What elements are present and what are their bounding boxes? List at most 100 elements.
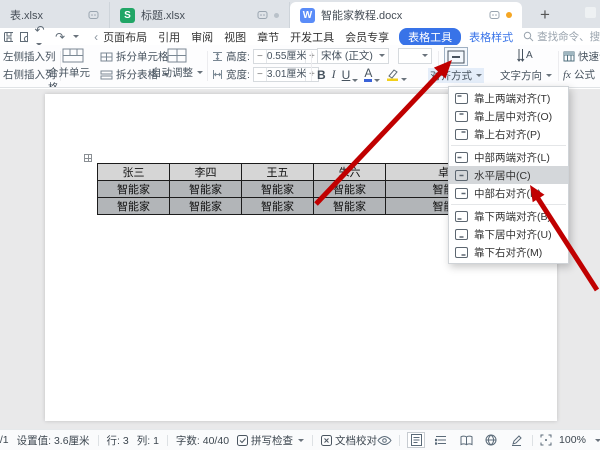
- search-placeholder: 查找命令、搜索模板: [537, 29, 600, 44]
- calc-group: 快速计算 fx 公式: [563, 49, 600, 82]
- table-cell[interactable]: 智能家: [314, 198, 386, 215]
- table-cell[interactable]: 朱六: [314, 164, 386, 181]
- tab-sheet2[interactable]: S 标题.xlsx: [110, 2, 290, 28]
- redo-icon[interactable]: ↷: [55, 31, 65, 43]
- menu-item-label: 靠上居中对齐(O): [474, 109, 552, 124]
- eye-protect-icon[interactable]: [377, 435, 392, 446]
- read-layout-button[interactable]: [457, 432, 475, 448]
- size-group: 高度: − 0.55厘米 + 宽度: − 3.01厘米 +: [212, 49, 319, 82]
- table-cell[interactable]: 智能家: [98, 198, 170, 215]
- table-cell[interactable]: 王五: [242, 164, 314, 181]
- align-middle-left-icon: [455, 152, 468, 163]
- height-label: 高度:: [226, 49, 250, 64]
- table-cell[interactable]: 智能家: [242, 198, 314, 215]
- italic-button[interactable]: I: [332, 67, 336, 82]
- tab-table-tools[interactable]: 表格工具: [399, 28, 461, 46]
- align-center-icon: [444, 47, 468, 66]
- menu-item-align-top-left[interactable]: 靠上两端对齐(T): [449, 89, 568, 107]
- menu-item-align-top-center[interactable]: 靠上居中对齐(O): [449, 107, 568, 125]
- chevron-down-icon: [298, 439, 304, 442]
- table-cell[interactable]: 智能家: [170, 198, 242, 215]
- bold-button[interactable]: B: [317, 68, 326, 82]
- zoom-level[interactable]: 100%: [559, 434, 586, 446]
- button-label: 公式: [574, 67, 595, 82]
- divider: [399, 435, 400, 446]
- read-layout-icon: [460, 435, 473, 446]
- page-view-icon: [411, 434, 422, 446]
- menu-item-align-bottom-center[interactable]: 靠下居中对齐(U): [449, 225, 568, 243]
- font-color-glyph: A: [364, 68, 372, 82]
- text-direction-button[interactable]: A 文字方向: [498, 47, 554, 83]
- tab-dot: [274, 13, 279, 18]
- autofit-button[interactable]: 自动调整: [152, 48, 202, 80]
- tab-label: 标题.xlsx: [141, 7, 251, 23]
- text-direction-icon: A: [516, 47, 536, 66]
- width-stepper[interactable]: − 3.01厘米 +: [253, 67, 319, 82]
- menu-item-label: 中部右对齐(R): [474, 186, 541, 201]
- font-name-value: 宋体 (正文): [321, 48, 373, 63]
- menu-page-layout[interactable]: 页面布局: [103, 29, 147, 45]
- menu-member[interactable]: 会员专享: [345, 29, 389, 45]
- minus-button[interactable]: −: [254, 68, 266, 81]
- comment-icon: [489, 10, 500, 21]
- height-stepper[interactable]: − 0.55厘米 +: [253, 49, 319, 64]
- tab-table-style[interactable]: 表格样式: [469, 29, 513, 45]
- word-count[interactable]: 字数: 40/40: [176, 433, 229, 448]
- save-icon[interactable]: [3, 31, 13, 43]
- minus-button[interactable]: −: [254, 50, 266, 63]
- autofit-icon: [167, 48, 187, 63]
- page-view-button[interactable]: [407, 432, 425, 448]
- underline-button[interactable]: U: [342, 68, 359, 82]
- menu-dev-tools[interactable]: 开发工具: [290, 29, 334, 45]
- spell-check-button[interactable]: 拼写检查: [237, 433, 304, 448]
- merge-cells-button[interactable]: 合并单元格: [48, 48, 98, 88]
- menu-view[interactable]: 视图: [224, 29, 246, 45]
- quick-calc-button[interactable]: 快速计算: [563, 49, 600, 64]
- table-cell[interactable]: 李四: [170, 164, 242, 181]
- svg-text:A: A: [526, 50, 533, 61]
- fit-page-icon[interactable]: [540, 434, 552, 446]
- highlight-button[interactable]: [386, 68, 407, 81]
- menu-scroll-left-icon[interactable]: ‹: [91, 30, 101, 44]
- font-group: 宋体 (正文) B I U A: [317, 48, 432, 82]
- menu-references[interactable]: 引用: [158, 29, 180, 45]
- font-color-button[interactable]: A: [364, 68, 380, 82]
- font-name-select[interactable]: 宋体 (正文): [317, 48, 389, 64]
- table-move-handle[interactable]: [84, 154, 92, 162]
- table-cell[interactable]: 智能家: [242, 181, 314, 198]
- menu-item-align-middle-left[interactable]: 中部两端对齐(L): [449, 148, 568, 166]
- menu-review[interactable]: 审阅: [191, 29, 213, 45]
- table-cell[interactable]: 张三: [98, 164, 170, 181]
- table-cell[interactable]: 智能家: [170, 181, 242, 198]
- menu-bar: ↶ ↷ ‹ 页面布局 引用 审阅 视图 章节 开发工具 会员专享 表格工具 表格…: [0, 28, 600, 45]
- formula-button[interactable]: fx 公式: [563, 67, 600, 82]
- highlighter-icon: [386, 68, 399, 81]
- tab-overflow-button[interactable]: [585, 7, 596, 18]
- web-layout-button[interactable]: [482, 432, 500, 448]
- alignment-button[interactable]: 对齐方式: [426, 47, 486, 83]
- customize-quickbar-icon[interactable]: [73, 35, 79, 38]
- outline-view-button[interactable]: [432, 432, 450, 448]
- menu-item-align-bottom-left[interactable]: 靠下两端对齐(B): [449, 207, 568, 225]
- menu-item-align-top-right[interactable]: 靠上右对齐(P): [449, 125, 568, 143]
- menu-section[interactable]: 章节: [257, 29, 279, 45]
- menu-item-align-bottom-right[interactable]: 靠下右对齐(M): [449, 243, 568, 261]
- spreadsheet-icon: S: [120, 8, 135, 23]
- table-cell[interactable]: 智能家: [98, 181, 170, 198]
- comment-icon: [257, 10, 268, 21]
- command-search[interactable]: 查找命令、搜索模板: [523, 29, 600, 44]
- menu-item-align-middle-right[interactable]: 中部右对齐(R): [449, 184, 568, 202]
- button-label: 文字方向: [500, 68, 542, 83]
- align-middle-right-icon: [455, 188, 468, 199]
- ink-button[interactable]: [507, 432, 525, 448]
- button-label: 文档校对: [335, 433, 377, 448]
- print-preview-icon[interactable]: [19, 31, 29, 43]
- menu-item-align-center[interactable]: 水平居中(C): [449, 166, 568, 184]
- width-value[interactable]: 3.01厘米: [266, 68, 306, 81]
- tab-document-active[interactable]: W 智能家教程.docx: [290, 2, 522, 28]
- table-cell[interactable]: 智能家: [314, 181, 386, 198]
- table-tools-ribbon: 左侧插入列 右侧插入列 合并单元格 拆分单元格 拆分表格 自动调整 高度: − …: [0, 45, 600, 88]
- height-value[interactable]: 0.55厘米: [266, 50, 306, 63]
- doc-proof-button[interactable]: 文档校对: [321, 433, 377, 448]
- new-tab-button[interactable]: +: [522, 5, 562, 28]
